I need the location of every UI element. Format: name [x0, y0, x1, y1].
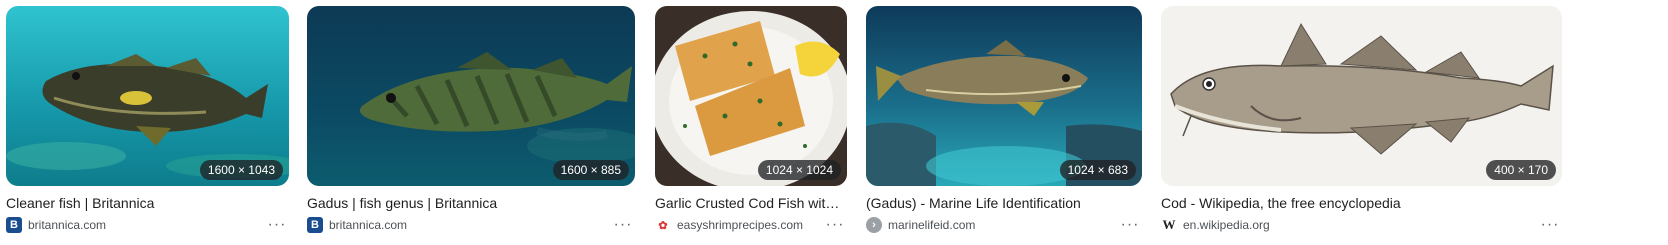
garlic-cod-dish-image — [655, 6, 847, 186]
image-dimensions-badge: 1024 × 1024 — [757, 160, 841, 180]
more-options-icon[interactable]: ··· — [1538, 217, 1562, 233]
gadus-reef-image — [866, 6, 1142, 186]
result-thumbnail[interactable]: 1600 × 1043 — [6, 6, 289, 186]
more-options-icon[interactable]: ··· — [265, 217, 289, 233]
image-result-card[interactable]: 1024 × 683 (Gadus) - Marine Life Identif… — [866, 6, 1142, 234]
result-title[interactable]: Cod - Wikipedia, the free encyclopedia — [1161, 194, 1562, 212]
result-title[interactable]: Cleaner fish | Britannica — [6, 194, 289, 212]
image-dimensions-badge: 1600 × 885 — [552, 160, 629, 180]
result-source[interactable]: easyshrimprecipes.com — [677, 218, 823, 232]
image-result-card[interactable]: 1024 × 1024 Garlic Crusted Cod Fish with… — [655, 6, 847, 234]
result-thumbnail[interactable]: 1600 × 885 — [307, 6, 635, 186]
result-title[interactable]: Garlic Crusted Cod Fish with a Li... — [655, 194, 847, 212]
britannica-favicon-icon: B — [6, 217, 22, 233]
result-thumbnail[interactable]: 1024 × 683 — [866, 6, 1142, 186]
cod-underwater-image — [6, 6, 289, 186]
generic-site-favicon-icon: › — [866, 217, 882, 233]
result-title[interactable]: Gadus | fish genus | Britannica — [307, 194, 635, 212]
image-dimensions-badge: 400 × 170 — [1486, 160, 1556, 180]
result-source[interactable]: en.wikipedia.org — [1183, 218, 1538, 232]
image-dimensions-badge: 1600 × 1043 — [199, 160, 283, 180]
cod-illustration-image — [1161, 6, 1562, 186]
more-options-icon[interactable]: ··· — [611, 217, 635, 233]
image-dimensions-badge: 1024 × 683 — [1059, 160, 1136, 180]
image-result-card[interactable]: 400 × 170 Cod - Wikipedia, the free ency… — [1161, 6, 1562, 234]
image-result-card[interactable]: 1600 × 1043 Cleaner fish | Britannica B … — [6, 6, 289, 234]
result-source[interactable]: britannica.com — [28, 218, 265, 232]
more-options-icon[interactable]: ··· — [1118, 217, 1142, 233]
more-options-icon[interactable]: ··· — [823, 217, 847, 233]
result-thumbnail[interactable]: 1024 × 1024 — [655, 6, 847, 186]
britannica-favicon-icon: B — [307, 217, 323, 233]
image-results-row: 1600 × 1043 Cleaner fish | Britannica B … — [0, 0, 1668, 245]
image-result-card[interactable]: 1600 × 885 Gadus | fish genus | Britanni… — [307, 6, 635, 234]
result-source[interactable]: marinelifeid.com — [888, 218, 1118, 232]
shrimp-favicon-icon: ✿ — [655, 217, 671, 233]
result-title[interactable]: (Gadus) - Marine Life Identification — [866, 194, 1142, 212]
result-source[interactable]: britannica.com — [329, 218, 611, 232]
result-thumbnail[interactable]: 400 × 170 — [1161, 6, 1562, 186]
gadus-underwater-image — [307, 6, 635, 186]
wikipedia-favicon-icon: W — [1161, 217, 1177, 233]
